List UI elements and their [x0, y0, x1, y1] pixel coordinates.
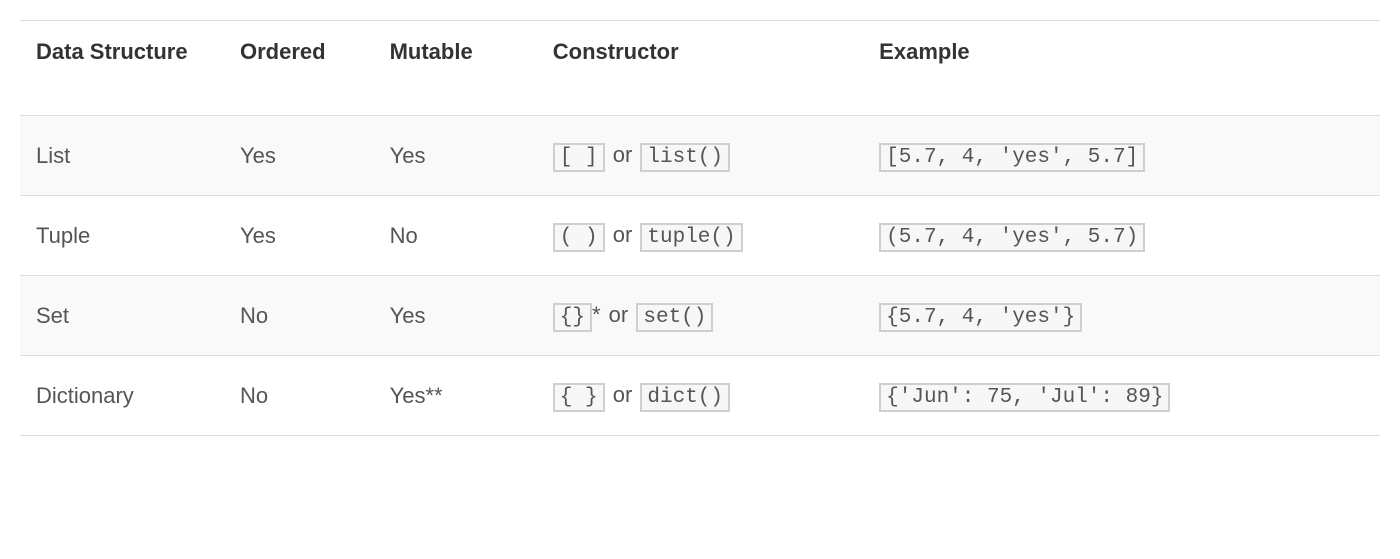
table-header-row: Data Structure Ordered Mutable Construct… — [20, 21, 1380, 116]
header-constructor: Constructor — [537, 21, 863, 116]
separator-or: or — [607, 382, 639, 407]
cell-constructor: {}* or set() — [537, 276, 863, 356]
code-function: list() — [640, 143, 730, 172]
cell-mutable: No — [374, 196, 537, 276]
cell-name: Dictionary — [20, 356, 224, 436]
code-example: [5.7, 4, 'yes', 5.7] — [879, 143, 1145, 172]
code-function: tuple() — [640, 223, 742, 252]
table-row: List Yes Yes [ ] or list() [5.7, 4, 'yes… — [20, 116, 1380, 196]
cell-mutable: Yes — [374, 116, 537, 196]
code-function: set() — [636, 303, 713, 332]
separator-or: or — [607, 142, 639, 167]
cell-ordered: Yes — [224, 196, 374, 276]
cell-example: (5.7, 4, 'yes', 5.7) — [863, 196, 1380, 276]
cell-mutable: Yes** — [374, 356, 537, 436]
cell-example: {'Jun': 75, 'Jul': 89} — [863, 356, 1380, 436]
header-data-structure: Data Structure — [20, 21, 224, 116]
code-function: dict() — [640, 383, 730, 412]
cell-name: Set — [20, 276, 224, 356]
header-ordered: Ordered — [224, 21, 374, 116]
code-example: {5.7, 4, 'yes'} — [879, 303, 1082, 332]
code-literal: {} — [553, 303, 592, 332]
table-row: Set No Yes {}* or set() {5.7, 4, 'yes'} — [20, 276, 1380, 356]
cell-example: [5.7, 4, 'yes', 5.7] — [863, 116, 1380, 196]
cell-name: List — [20, 116, 224, 196]
code-example: (5.7, 4, 'yes', 5.7) — [879, 223, 1145, 252]
table-row: Dictionary No Yes** { } or dict() {'Jun'… — [20, 356, 1380, 436]
cell-constructor: [ ] or list() — [537, 116, 863, 196]
code-literal: ( ) — [553, 223, 605, 252]
cell-constructor: ( ) or tuple() — [537, 196, 863, 276]
cell-name: Tuple — [20, 196, 224, 276]
constructor-note: * — [592, 302, 601, 327]
data-structures-table: Data Structure Ordered Mutable Construct… — [20, 20, 1380, 436]
cell-example: {5.7, 4, 'yes'} — [863, 276, 1380, 356]
cell-constructor: { } or dict() — [537, 356, 863, 436]
cell-ordered: Yes — [224, 116, 374, 196]
cell-ordered: No — [224, 276, 374, 356]
code-example: {'Jun': 75, 'Jul': 89} — [879, 383, 1170, 412]
separator-or: or — [607, 222, 639, 247]
table-row: Tuple Yes No ( ) or tuple() (5.7, 4, 'ye… — [20, 196, 1380, 276]
separator-or: or — [603, 302, 635, 327]
header-mutable: Mutable — [374, 21, 537, 116]
cell-mutable: Yes — [374, 276, 537, 356]
header-example: Example — [863, 21, 1380, 116]
code-literal: [ ] — [553, 143, 605, 172]
table-body: List Yes Yes [ ] or list() [5.7, 4, 'yes… — [20, 116, 1380, 436]
code-literal: { } — [553, 383, 605, 412]
cell-ordered: No — [224, 356, 374, 436]
